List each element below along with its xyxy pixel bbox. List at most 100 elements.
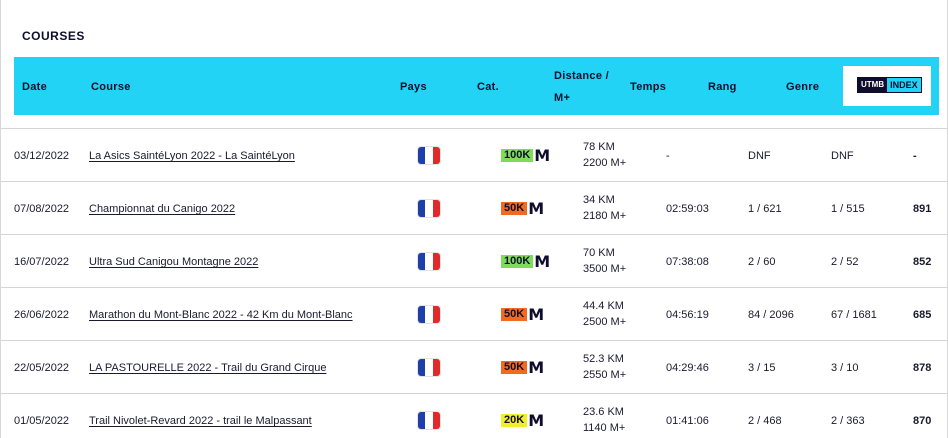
table-row: 03/12/2022 La Asics SaintéLyon 2022 - La… <box>1 128 948 181</box>
elevation-value: 2200 M+ <box>583 157 627 169</box>
course-link[interactable]: Ultra Sud Canigou Montagne 2022 <box>89 256 258 268</box>
flag-stripe-blue <box>418 306 426 323</box>
category-label: 50K <box>501 202 528 215</box>
row-distance: 34 KM 2180 M+ <box>583 192 626 224</box>
flag-stripe-white <box>425 147 433 164</box>
row-date: 26/06/2022 <box>14 309 70 321</box>
france-flag-icon <box>418 147 440 164</box>
category-badge: 50K M <box>501 358 545 377</box>
flag-stripe-white <box>425 253 433 270</box>
flag-stripe-white <box>425 359 433 376</box>
category-badge: 50K M <box>501 199 545 218</box>
column-header-genre[interactable]: Genre <box>786 81 819 93</box>
table-row: 07/08/2022 Championnat du Canigo 2022 50… <box>1 181 948 234</box>
distance-value: 23.6 KM <box>583 406 624 418</box>
distance-value: 34 KM <box>583 194 615 206</box>
category-label: 50K <box>501 361 528 374</box>
category-label: 100K <box>501 255 534 268</box>
row-time: 04:29:46 <box>666 362 709 374</box>
row-utmb-index: - <box>913 150 917 162</box>
category-badge: 50K M <box>501 305 545 324</box>
column-header-pays[interactable]: Pays <box>400 81 427 93</box>
category-badge: 100K M <box>501 252 551 271</box>
distance-value: 44.4 KM <box>583 300 624 312</box>
utmb-m-icon: M <box>534 252 551 271</box>
course-link[interactable]: Trail Nivolet-Revard 2022 - trail le Mal… <box>89 415 312 427</box>
table-row: 26/06/2022 Marathon du Mont-Blanc 2022 -… <box>1 287 948 340</box>
row-date: 16/07/2022 <box>14 256 70 268</box>
row-time: 01:41:06 <box>666 415 709 427</box>
france-flag-icon <box>418 306 440 323</box>
distance-value: 52.3 KM <box>583 353 624 365</box>
row-gender-rank: 2 / 363 <box>831 415 865 427</box>
row-date: 01/05/2022 <box>14 415 70 427</box>
row-distance: 70 KM 3500 M+ <box>583 245 626 277</box>
row-gender-rank: 67 / 1681 <box>831 309 877 321</box>
course-link[interactable]: Marathon du Mont-Blanc 2022 - 42 Km du M… <box>89 309 353 321</box>
column-header-temps[interactable]: Temps <box>630 81 666 93</box>
category-label: 20K <box>501 414 528 427</box>
column-header-distance[interactable]: Distance / M+ <box>554 65 609 109</box>
flag-stripe-white <box>425 200 433 217</box>
course-link[interactable]: LA PASTOURELLE 2022 - Trail du Grand Cir… <box>89 362 326 374</box>
utmb-m-icon: M <box>534 146 551 165</box>
distance-value: 70 KM <box>583 247 615 259</box>
section-title: COURSES <box>22 29 85 43</box>
row-rank: 84 / 2096 <box>748 309 794 321</box>
row-utmb-index: 685 <box>913 309 932 321</box>
row-time: 07:38:08 <box>666 256 709 268</box>
column-header-distance-line1: Distance / <box>554 70 609 82</box>
row-distance: 52.3 KM 2550 M+ <box>583 351 626 383</box>
france-flag-icon <box>418 412 440 429</box>
row-rank: 1 / 621 <box>748 203 782 215</box>
table-row: 22/05/2022 LA PASTOURELLE 2022 - Trail d… <box>1 340 948 393</box>
elevation-value: 2500 M+ <box>583 316 627 328</box>
elevation-value: 3500 M+ <box>583 263 627 275</box>
utmb-m-icon: M <box>528 199 545 218</box>
table-row: 16/07/2022 Ultra Sud Canigou Montagne 20… <box>1 234 948 287</box>
flag-stripe-red <box>432 306 440 323</box>
elevation-value: 2180 M+ <box>583 210 627 222</box>
france-flag-icon <box>418 359 440 376</box>
table-row: 01/05/2022 Trail Nivolet-Revard 2022 - t… <box>1 393 948 438</box>
row-distance: 44.4 KM 2500 M+ <box>583 298 626 330</box>
row-utmb-index: 891 <box>913 203 932 215</box>
row-date: 07/08/2022 <box>14 203 70 215</box>
flag-stripe-blue <box>418 412 426 429</box>
column-header-course[interactable]: Course <box>91 81 131 93</box>
column-header-rang[interactable]: Rang <box>708 81 737 93</box>
column-header-date[interactable]: Date <box>22 81 47 93</box>
row-distance: 78 KM 2200 M+ <box>583 139 626 171</box>
flag-stripe-red <box>432 359 440 376</box>
france-flag-icon <box>418 253 440 270</box>
flag-stripe-blue <box>418 147 426 164</box>
row-distance: 23.6 KM 1140 M+ <box>583 404 625 436</box>
column-header-distance-line2: M+ <box>554 92 571 104</box>
column-header-cat[interactable]: Cat. <box>477 81 499 93</box>
france-flag-icon <box>418 200 440 217</box>
row-utmb-index: 870 <box>913 415 932 427</box>
flag-stripe-red <box>432 253 440 270</box>
row-gender-rank: 2 / 52 <box>831 256 859 268</box>
utmb-m-icon: M <box>528 358 545 377</box>
row-gender-rank: 1 / 515 <box>831 203 865 215</box>
category-badge: 20K M <box>501 413 544 429</box>
row-date: 22/05/2022 <box>14 362 70 374</box>
row-utmb-index: 852 <box>913 256 932 268</box>
row-gender-rank: DNF <box>831 150 854 162</box>
row-time: 04:56:19 <box>666 309 709 321</box>
utmb-m-icon: M <box>528 305 545 324</box>
category-badge: 100K M <box>501 146 551 165</box>
elevation-value: 2550 M+ <box>583 369 627 381</box>
course-link[interactable]: La Asics SaintéLyon 2022 - La SaintéLyon <box>89 150 295 162</box>
flag-stripe-white <box>425 306 433 323</box>
distance-value: 78 KM <box>583 141 615 153</box>
course-link[interactable]: Championnat du Canigo 2022 <box>89 203 235 215</box>
row-rank: 2 / 60 <box>748 256 776 268</box>
row-rank: DNF <box>748 150 771 162</box>
flag-stripe-red <box>432 412 440 429</box>
index-logo-text: INDEX <box>887 78 921 92</box>
flag-stripe-blue <box>418 253 426 270</box>
row-date: 03/12/2022 <box>14 150 70 162</box>
flag-stripe-blue <box>418 359 426 376</box>
